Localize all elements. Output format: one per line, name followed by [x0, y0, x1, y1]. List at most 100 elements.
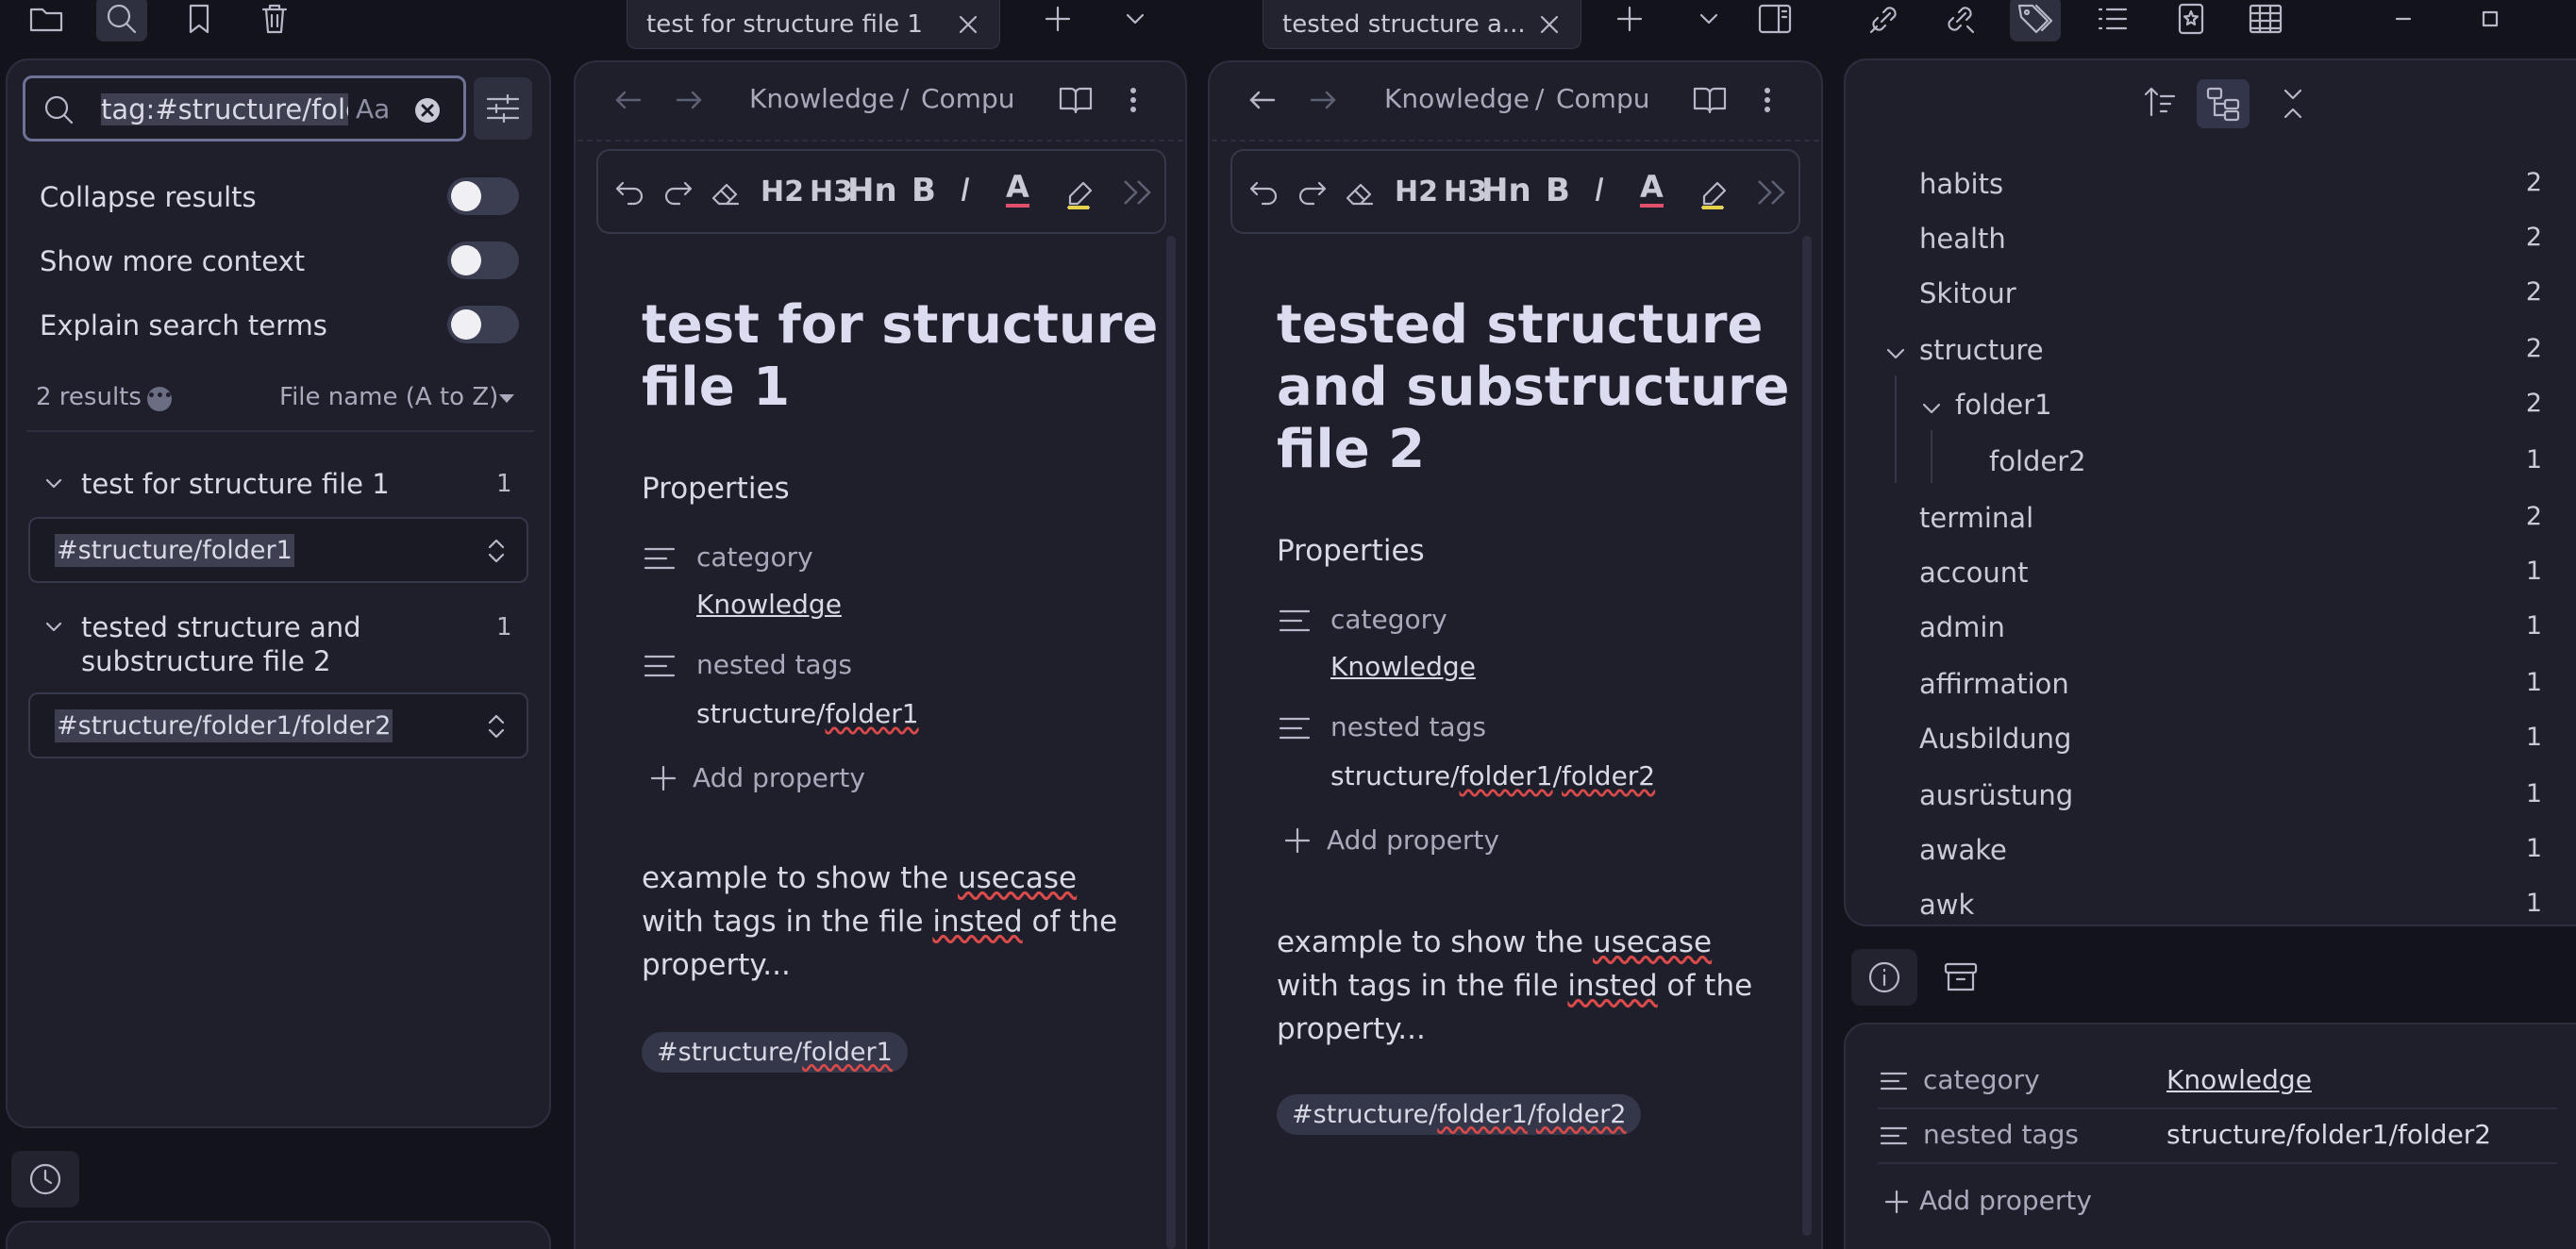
close-icon[interactable] — [1537, 12, 1562, 37]
note-title[interactable]: tested structure and substructure file 2 — [1277, 294, 1790, 481]
tag-item[interactable]: awk 1 — [1919, 889, 2542, 924]
backlinks-button[interactable] — [1859, 0, 1910, 42]
properties-heading[interactable]: Properties — [642, 472, 790, 506]
tag-item[interactable]: awake 1 — [1919, 834, 2542, 885]
maximize-button[interactable] — [2465, 0, 2516, 42]
heading-n-button[interactable]: Hn — [847, 172, 897, 209]
tag-item[interactable]: ausrüstung 1 — [1919, 779, 2542, 830]
italic-button[interactable]: I — [1595, 172, 1604, 209]
clear-search-icon[interactable] — [412, 95, 443, 125]
result-file-title-line2[interactable]: substructure file 2 — [81, 645, 331, 677]
explain-search-terms-toggle[interactable] — [447, 306, 519, 343]
search-input[interactable]: tag:#structure/folde Aa — [23, 75, 466, 142]
tag-item[interactable]: affirmation 1 — [1919, 668, 2542, 719]
property-key-nested-tags[interactable]: nested tags — [1330, 711, 1486, 742]
forward-arrow-icon[interactable] — [672, 85, 706, 115]
undo-icon[interactable] — [1247, 174, 1281, 211]
bookmarks-button[interactable] — [174, 0, 225, 42]
redo-icon[interactable] — [1295, 174, 1329, 211]
back-arrow-icon[interactable] — [1246, 85, 1280, 115]
more-tools-icon[interactable] — [1119, 175, 1157, 209]
match-case-toggle[interactable]: Aa — [356, 93, 390, 125]
more-options-icon[interactable] — [1753, 83, 1781, 117]
chevron-down-icon[interactable] — [1917, 394, 1946, 423]
result-file-title[interactable]: test for structure file 1 — [81, 468, 390, 500]
tag-item[interactable]: admin 1 — [1919, 611, 2542, 662]
search-settings-button[interactable] — [474, 77, 532, 140]
back-arrow-icon[interactable] — [611, 85, 645, 115]
inline-tag[interactable]: #structure/folder1/folder2 — [1277, 1094, 1642, 1135]
collapse-results-toggle[interactable] — [447, 177, 519, 215]
bold-button[interactable]: B — [1546, 172, 1570, 209]
tree-view-button[interactable] — [2197, 79, 2250, 128]
chevron-down-icon[interactable] — [1882, 340, 1910, 368]
new-tab-button[interactable] — [1604, 0, 1655, 42]
scrollbar[interactable] — [1802, 236, 1812, 1236]
eraser-icon[interactable] — [1342, 174, 1376, 211]
chevron-down-icon[interactable] — [42, 615, 66, 640]
breadcrumb-item[interactable]: Knowledge — [749, 83, 895, 114]
table-button[interactable] — [2240, 0, 2291, 42]
bold-button[interactable]: B — [912, 172, 936, 209]
heading-2-button[interactable]: H2 — [1395, 175, 1438, 208]
tag-item[interactable]: habits 2 — [1919, 168, 2542, 219]
property-value-category[interactable]: Knowledge — [1330, 651, 1476, 682]
property-value-nested-tags[interactable]: structure/folder1/folder2 — [2166, 1119, 2491, 1150]
inline-tag[interactable]: #structure/folder1 — [642, 1032, 908, 1073]
tags-button[interactable] — [2010, 0, 2061, 42]
expand-icon[interactable] — [483, 711, 510, 741]
chevron-down-icon[interactable] — [42, 472, 66, 496]
tab-list-button[interactable] — [1110, 0, 1161, 42]
breadcrumb-item[interactable]: Compu — [1556, 83, 1649, 114]
tag-item[interactable]: health 2 — [1919, 223, 2542, 274]
tag-item[interactable]: folder2 1 — [1989, 445, 2542, 496]
text-color-button[interactable]: A — [1006, 170, 1029, 208]
show-more-context-toggle[interactable] — [447, 241, 519, 279]
files-button[interactable] — [21, 0, 72, 42]
more-options-icon[interactable] — [1119, 83, 1147, 117]
plus-icon[interactable] — [649, 764, 677, 792]
note-body[interactable]: example to show the usecase with tags in… — [1277, 921, 1752, 1051]
undo-icon[interactable] — [613, 174, 647, 211]
collapse-all-icon[interactable] — [2276, 85, 2310, 123]
breadcrumb-item[interactable]: Compu — [921, 83, 1014, 114]
add-property-button[interactable]: Add property — [693, 762, 865, 793]
add-property-button[interactable]: Add property — [1919, 1185, 2092, 1216]
more-options-icon[interactable]: ••• — [147, 387, 173, 411]
search-button[interactable] — [96, 0, 147, 42]
recent-button[interactable] — [11, 1151, 79, 1207]
property-row[interactable]: nested tags structure/folder1/folder2 — [1878, 1109, 2557, 1164]
property-key-nested-tags[interactable]: nested tags — [696, 649, 852, 680]
caret-down-icon[interactable] — [496, 391, 517, 406]
heading-n-button[interactable]: Hn — [1481, 172, 1531, 209]
close-icon[interactable] — [956, 12, 980, 37]
tab-file-2[interactable]: tested structure a... — [1263, 0, 1581, 49]
property-key-category[interactable]: category — [1330, 604, 1447, 635]
plus-icon[interactable] — [1283, 826, 1312, 855]
reading-view-icon[interactable] — [1057, 83, 1095, 117]
outgoing-links-button[interactable] — [1934, 0, 1985, 42]
tab-file-1[interactable]: test for structure file 1 — [627, 0, 1000, 49]
trash-button[interactable] — [249, 0, 300, 42]
forward-arrow-icon[interactable] — [1306, 85, 1340, 115]
outline-button[interactable] — [2087, 0, 2138, 42]
highlight-icon[interactable] — [1697, 172, 1734, 213]
result-match-snippet[interactable]: #structure/folder1/folder2 — [28, 692, 528, 758]
property-value-category[interactable]: Knowledge — [2166, 1064, 2312, 1095]
redo-icon[interactable] — [661, 174, 694, 211]
property-value-nested-tags[interactable]: structure/folder1 — [696, 698, 919, 729]
add-property-button[interactable]: Add property — [1327, 824, 1499, 856]
plus-icon[interactable] — [1883, 1189, 1910, 1215]
heading-2-button[interactable]: H2 — [761, 175, 804, 208]
archive-icon[interactable] — [1942, 958, 1980, 996]
minimize-button[interactable] — [2378, 0, 2429, 42]
more-tools-icon[interactable] — [1753, 175, 1791, 209]
tag-item[interactable]: folder1 2 — [1955, 389, 2542, 440]
sort-icon[interactable] — [2142, 83, 2180, 121]
property-value-nested-tags[interactable]: structure/folder1/folder2 — [1330, 760, 1655, 791]
property-key-nested-tags[interactable]: nested tags — [1923, 1119, 2079, 1150]
result-file-title-line1[interactable]: tested structure and — [81, 611, 361, 643]
new-tab-button[interactable] — [1032, 0, 1083, 42]
scrollbar[interactable] — [1166, 236, 1176, 1249]
toggle-right-sidebar-button[interactable] — [1749, 0, 1800, 42]
